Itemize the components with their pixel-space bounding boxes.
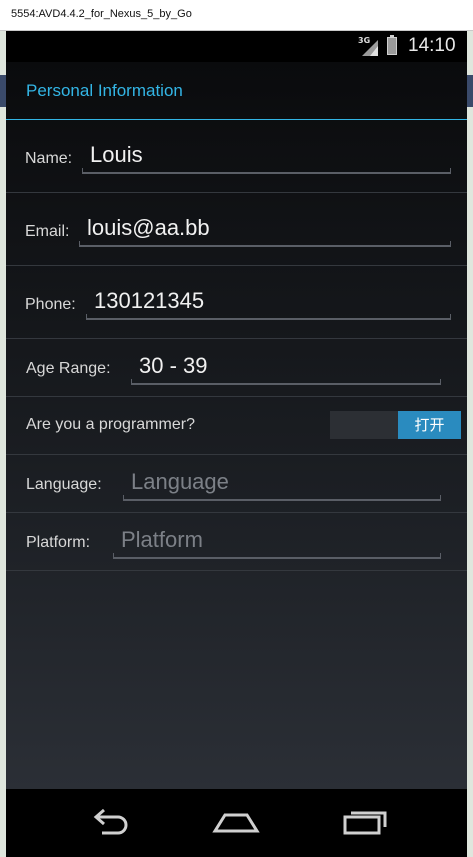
device-screen: 3G 14:10 Personal Information Name: Loui… [6, 31, 467, 857]
name-row: Name: Louis [6, 120, 467, 193]
toggle-knob: 打开 [398, 411, 461, 439]
programmer-label: Are you a programmer? [26, 416, 195, 433]
platform-underline [113, 553, 441, 559]
age-range-label: Age Range: [26, 360, 111, 377]
phone-field[interactable]: 130121345 [86, 286, 451, 320]
language-row: Language: Language [6, 455, 467, 513]
name-value: Louis [90, 142, 143, 167]
name-underline [82, 168, 451, 174]
email-underline [79, 241, 451, 247]
phone-label: Phone: [25, 296, 76, 313]
page-title: Personal Information [26, 81, 183, 100]
emulator-title: 5554:AVD4.4.2_for_Nexus_5_by_Go [11, 8, 192, 20]
language-field[interactable]: Language [123, 467, 441, 501]
navigation-bar [6, 789, 467, 857]
phone-row: Phone: 130121345 [6, 266, 467, 339]
action-bar: Personal Information [6, 62, 467, 120]
app-content: Personal Information Name: Louis Email: … [6, 62, 467, 789]
programmer-row: Are you a programmer? 打开 [6, 397, 467, 455]
language-underline [123, 495, 441, 501]
age-range-underline [131, 379, 441, 385]
recent-apps-icon[interactable] [339, 805, 389, 841]
platform-row: Platform: Platform [6, 513, 467, 571]
name-label: Name: [25, 150, 73, 167]
status-bar: 3G 14:10 [6, 31, 467, 62]
platform-label: Platform: [26, 534, 91, 551]
language-label: Language: [26, 476, 102, 493]
platform-field[interactable]: Platform [113, 525, 441, 559]
signal-icon: 3G [358, 36, 380, 57]
home-icon[interactable] [211, 805, 261, 841]
age-range-spinner[interactable]: 30 - 39 [131, 351, 441, 385]
age-range-value: 30 - 39 [139, 353, 208, 378]
age-range-row: Age Range: 30 - 39 [6, 339, 467, 397]
status-clock: 14:10 [408, 35, 456, 56]
email-value: louis@aa.bb [87, 215, 210, 240]
battery-icon [387, 35, 397, 55]
network-type: 3G [358, 36, 371, 45]
email-label: Email: [25, 223, 70, 240]
language-placeholder: Language [131, 469, 229, 494]
emulator-titlebar: 5554:AVD4.4.2_for_Nexus_5_by_Go [0, 0, 473, 31]
email-field[interactable]: louis@aa.bb [79, 213, 451, 247]
name-field[interactable]: Louis [82, 140, 451, 174]
background-strip-right [467, 31, 473, 857]
phone-underline [86, 314, 451, 320]
email-row: Email: louis@aa.bb [6, 193, 467, 266]
platform-placeholder: Platform [121, 527, 203, 552]
back-icon[interactable] [84, 805, 134, 841]
phone-value: 130121345 [94, 288, 205, 313]
programmer-toggle[interactable]: 打开 [330, 411, 461, 439]
